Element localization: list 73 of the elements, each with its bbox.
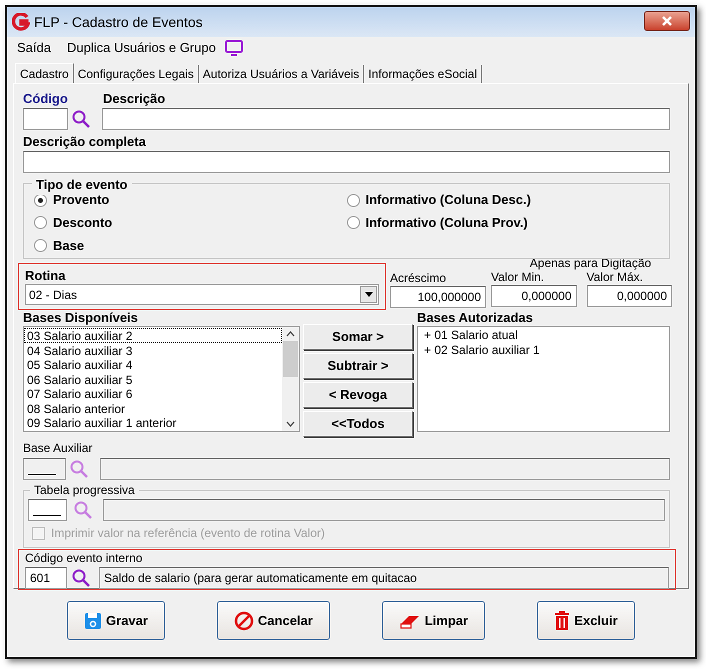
radio-label: Informativo (Coluna Desc.) — [366, 191, 531, 210]
description-field[interactable]: Saldo de salario (para gerar automaticamente em quitacao — [99, 567, 669, 589]
scrollbar[interactable] — [282, 327, 299, 431]
menu-item[interactable]: Saída — [17, 38, 51, 58]
radio-button[interactable] — [34, 216, 47, 230]
checkbox-label: Imprimir valor na referência (evento de rotina Valor) — [51, 525, 325, 542]
tab[interactable]: Configurações Legais — [74, 65, 199, 83]
field-label: Código evento interno — [25, 551, 144, 566]
field-label: Descrição — [103, 92, 166, 106]
list-item[interactable]: + 01 Salario atual — [424, 328, 663, 342]
field-label: Base Auxiliar — [23, 441, 94, 456]
dropdown-arrow-button[interactable] — [360, 286, 377, 303]
scroll-thumb[interactable] — [283, 341, 298, 377]
window-title: FLP - Cadastro de Eventos — [34, 12, 203, 32]
list-item[interactable]: + 02 Salario auxiliar 1 — [424, 342, 663, 357]
tab[interactable]: Informações eSocial — [364, 65, 482, 83]
list-item[interactable]: 07 Salario auxiliar 6 — [24, 386, 282, 400]
list-title: Bases Disponíveis — [23, 310, 139, 325]
code-field[interactable] — [28, 499, 67, 521]
field-label: Valor Máx. — [586, 270, 644, 284]
radio-button[interactable] — [34, 238, 47, 252]
list-item[interactable]: 08 Salario anterior — [24, 400, 282, 415]
list-item[interactable]: 06 Salario auxiliar 5 — [24, 372, 282, 386]
list-item[interactable]: 09 Salario auxiliar 1 anterior — [24, 415, 282, 430]
group-caption: Apenas para Digitação — [528, 256, 652, 270]
search-icon[interactable] — [71, 568, 91, 588]
transfer-button[interactable]: <<Todos — [303, 411, 413, 437]
full-description-field[interactable] — [23, 151, 670, 173]
description-field[interactable] — [102, 108, 670, 130]
field-label: Código — [23, 92, 69, 106]
search-icon[interactable] — [71, 109, 91, 129]
description-field[interactable] — [100, 458, 670, 480]
transfer-button[interactable]: Somar > — [303, 324, 413, 350]
list-item[interactable]: 05 Salario auxiliar 4 — [24, 357, 282, 372]
field-label: Descrição completa — [23, 135, 147, 149]
action-button[interactable]: Excluir — [536, 601, 635, 640]
field-label: Rotina — [25, 268, 66, 283]
monitor-icon[interactable] — [224, 39, 244, 57]
tab[interactable]: Autoriza Usuários a Variáveis — [198, 65, 364, 83]
code-field[interactable]: 601 — [25, 567, 67, 589]
addition-field[interactable]: 100,000000 — [390, 286, 486, 308]
code-field[interactable] — [23, 108, 68, 130]
close-button[interactable] — [644, 11, 690, 31]
action-button[interactable]: Limpar — [382, 601, 486, 640]
app-logo-icon — [12, 13, 30, 31]
radio-label: Desconto — [53, 214, 112, 232]
input-mask-line — [33, 514, 61, 516]
tab[interactable]: Cadastro — [15, 63, 74, 83]
list-item[interactable]: 03 Salario auxiliar 2 — [24, 328, 282, 342]
field-label: Acréscimo — [390, 271, 448, 285]
value-field[interactable]: 0,000000 — [491, 285, 576, 307]
transfer-button[interactable]: Subtrair > — [303, 353, 413, 379]
value-field[interactable]: 0,000000 — [586, 285, 672, 307]
list-title: Bases Autorizadas — [417, 310, 534, 325]
prohibited-icon — [234, 610, 254, 630]
dropdown-value: 02 - Dias — [29, 286, 78, 304]
radio-label: Base — [53, 236, 84, 255]
description-field[interactable] — [103, 499, 665, 521]
dropdown-field[interactable]: 02 - Dias — [25, 284, 379, 305]
close-icon — [661, 16, 673, 26]
transfer-button[interactable]: < Revoga — [303, 382, 413, 408]
action-button[interactable]: Gravar — [67, 601, 165, 640]
action-button[interactable]: Cancelar — [216, 601, 330, 640]
list-item[interactable]: 04 Salario auxiliar 3 — [24, 342, 282, 357]
radio-button[interactable] — [346, 216, 360, 230]
trash-icon — [554, 610, 570, 630]
radio-label: Provento — [53, 192, 110, 210]
caret-icon — [364, 292, 372, 297]
menu-item[interactable]: Duplica Usuários e Grupo — [66, 38, 216, 58]
field-label: Valor Min. — [491, 270, 546, 284]
radio-button[interactable] — [346, 194, 360, 206]
group-title: Tabela progressiva — [30, 483, 139, 497]
radio-label: Informativo (Coluna Prov.) — [366, 214, 528, 232]
